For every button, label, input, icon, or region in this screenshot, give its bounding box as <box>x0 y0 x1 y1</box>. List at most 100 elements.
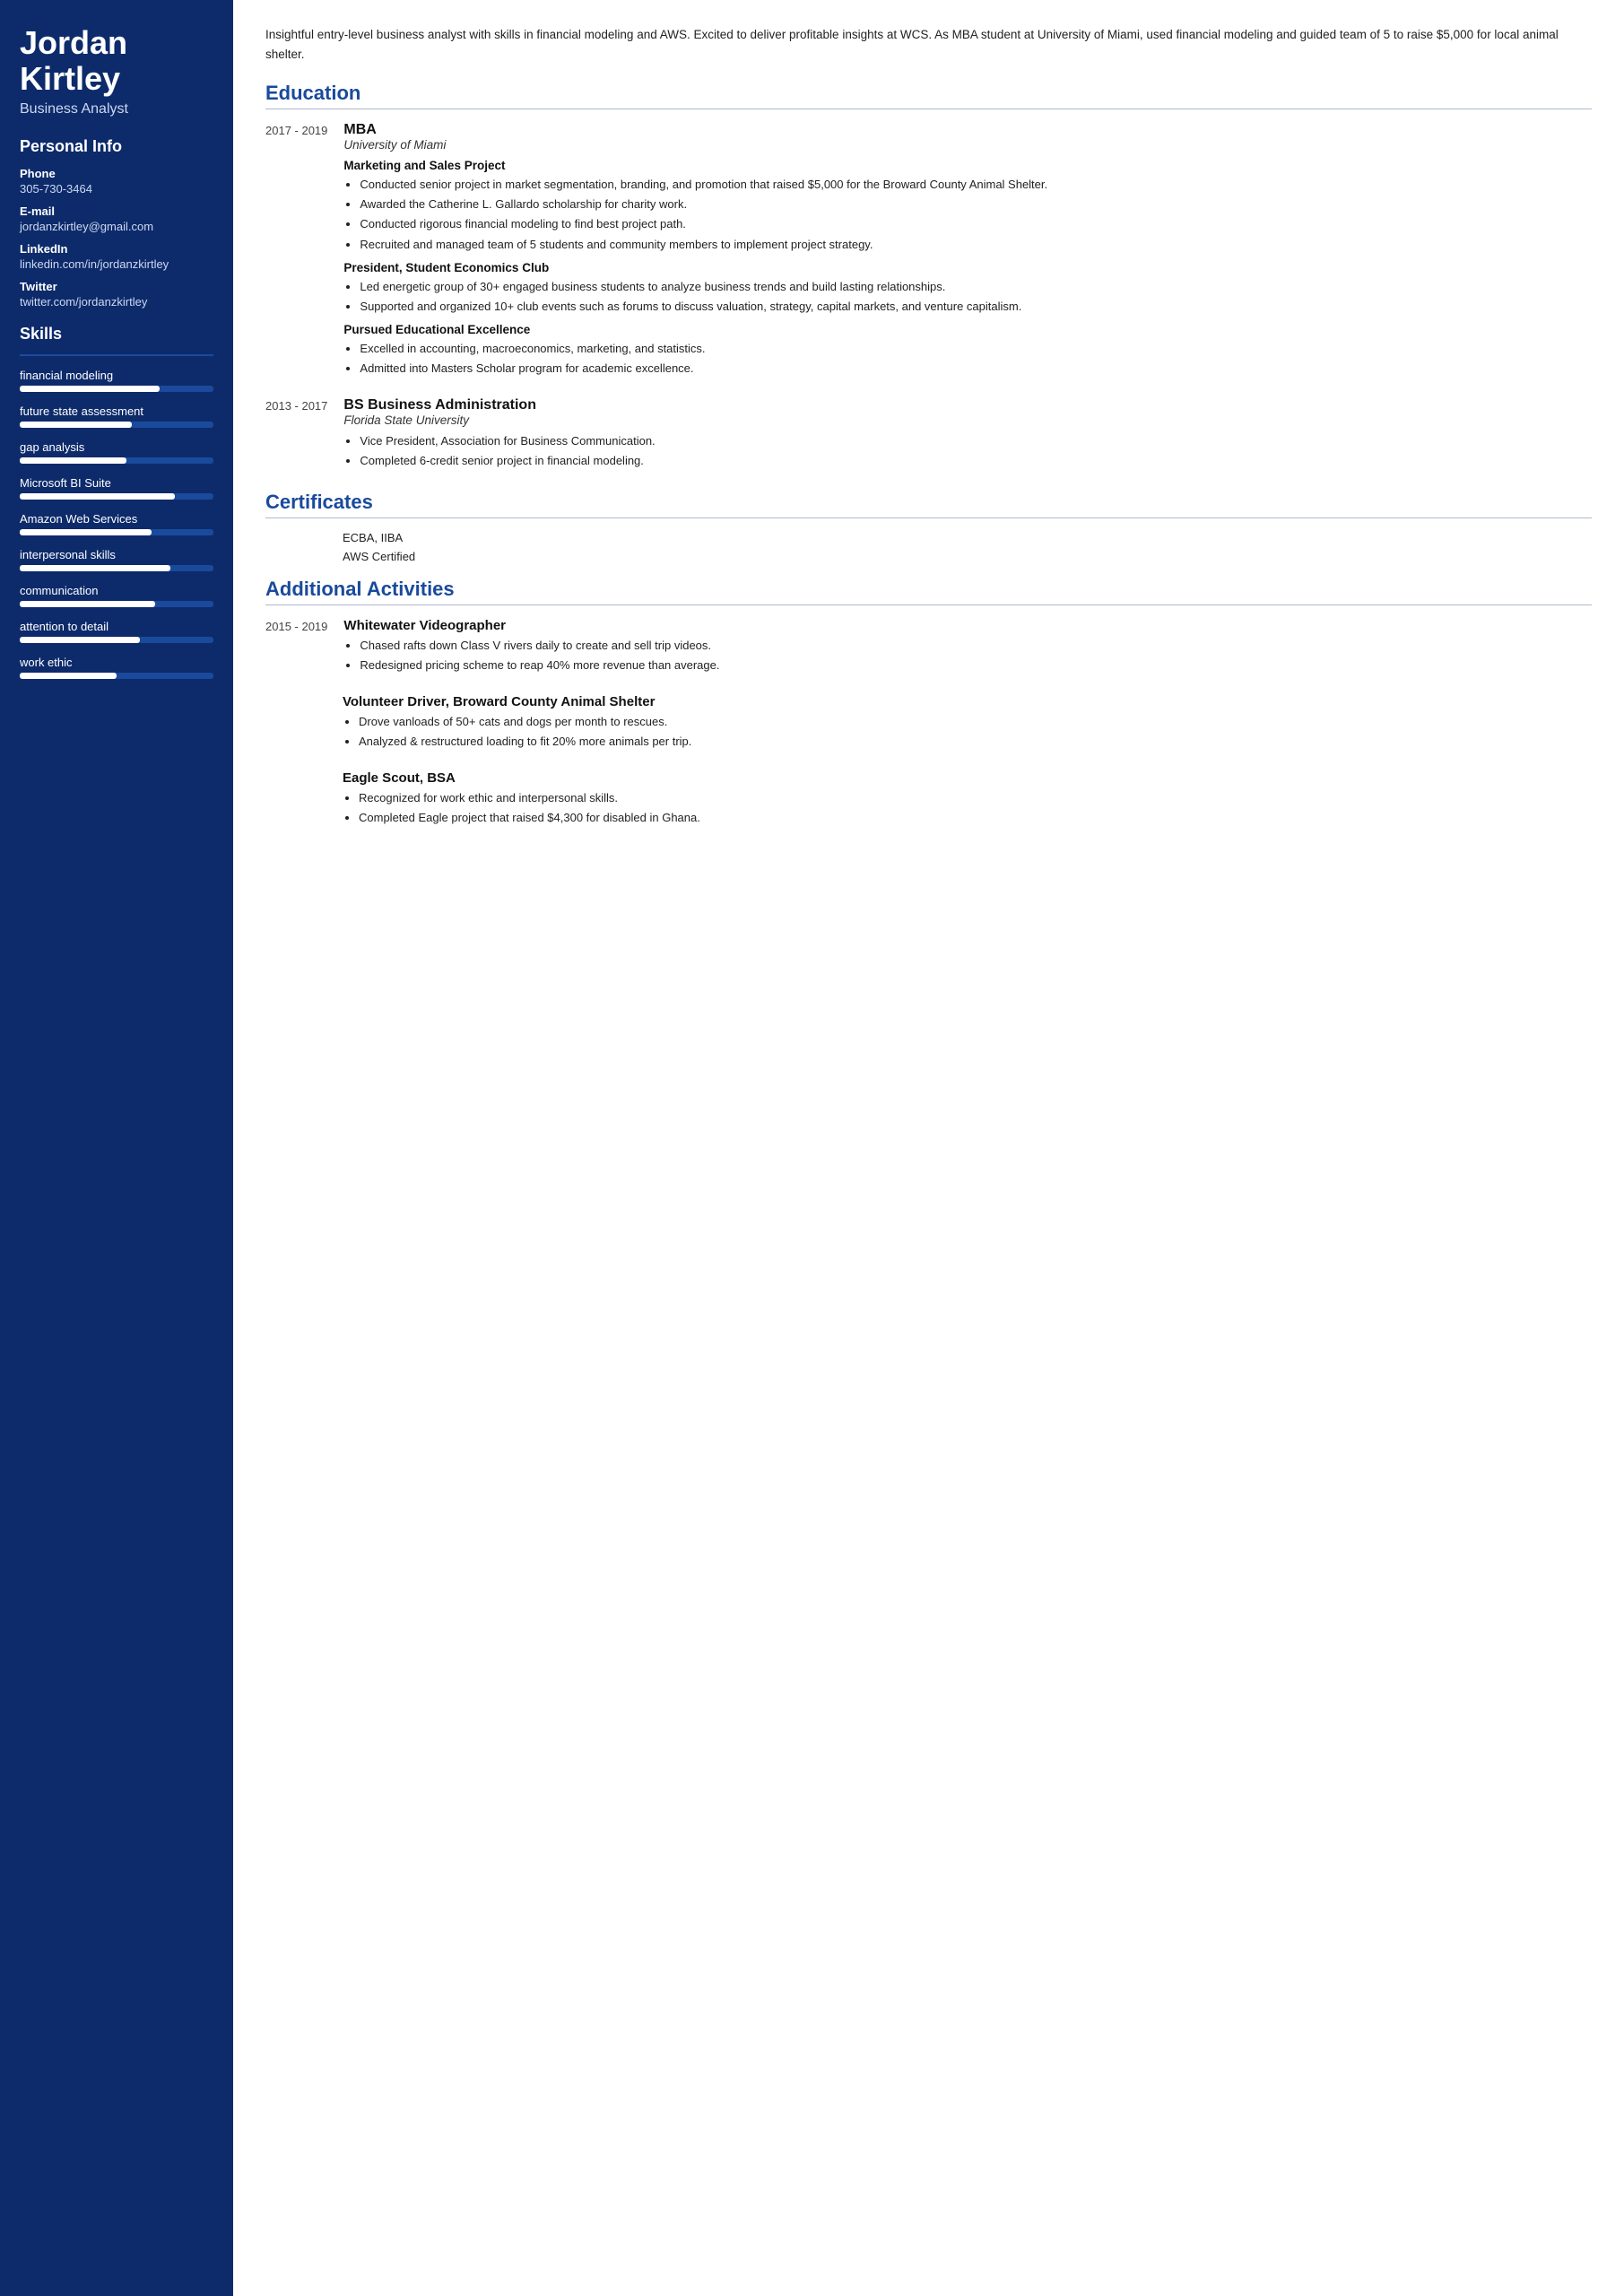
phone-value: 305-730-3464 <box>20 182 213 196</box>
phone-label: Phone <box>20 167 213 180</box>
certificates-divider <box>265 517 1592 518</box>
bullet-item: Completed Eagle project that raised $4,3… <box>359 809 1592 827</box>
skill-bar-fill <box>20 601 155 607</box>
skills-divider <box>20 354 213 356</box>
sidebar: Jordan Kirtley Business Analyst Personal… <box>0 0 233 2296</box>
bullet-item: Awarded the Catherine L. Gallardo schola… <box>360 196 1592 213</box>
activity-title: Volunteer Driver, Broward County Animal … <box>343 694 1592 709</box>
bullet-item: Completed 6-credit senior project in fin… <box>360 452 1592 470</box>
certificates-list: ECBA, IIBA AWS Certified <box>265 531 1592 563</box>
activities-section-title: Additional Activities <box>265 578 1592 601</box>
bullet-item: Redesigned pricing scheme to reap 40% mo… <box>360 657 1592 674</box>
education-content: BS Business AdministrationFlorida State … <box>343 397 1592 475</box>
activities-list: 2015 - 2019 Whitewater Videographer Chased… <box>265 618 1592 833</box>
candidate-title: Business Analyst <box>20 101 213 117</box>
summary-text: Insightful entry-level business analyst … <box>265 25 1592 64</box>
activity-content: Whitewater Videographer Chased rafts down… <box>343 618 1592 680</box>
education-degree: BS Business Administration <box>343 397 1592 413</box>
bullet-item: Conducted senior project in market segme… <box>360 176 1592 194</box>
skills-list: financial modeling future state assessmen… <box>20 369 213 679</box>
skill-bar-bg <box>20 457 213 464</box>
activity-content: Eagle Scout, BSA Recognized for work ethi… <box>343 770 1592 832</box>
skill-bar-fill <box>20 422 132 428</box>
skill-bar-bg <box>20 529 213 535</box>
activity-entry: Eagle Scout, BSA Recognized for work ethi… <box>265 770 1592 832</box>
education-dates: 2017 - 2019 <box>265 122 327 383</box>
personal-info-heading: Personal Info <box>20 137 213 156</box>
activity-dates <box>265 694 326 756</box>
skill-bar-fill <box>20 386 160 392</box>
activity-title: Eagle Scout, BSA <box>343 770 1592 786</box>
main-content: Insightful entry-level business analyst … <box>233 0 1624 2296</box>
education-institution: University of Miami <box>343 138 1592 152</box>
education-entry: 2017 - 2019 MBAUniversity of Miami Marketi… <box>265 122 1592 383</box>
skill-bar-fill <box>20 637 140 643</box>
project-bullets: Excelled in accounting, macroeconomics, … <box>360 340 1592 378</box>
education-list: 2017 - 2019 MBAUniversity of Miami Marketi… <box>265 122 1592 475</box>
skill-bar-fill <box>20 565 170 571</box>
skill-bar-fill <box>20 529 152 535</box>
education-degree: MBA <box>343 122 1592 138</box>
education-section-title: Education <box>265 82 1592 105</box>
skill-bar-bg <box>20 386 213 392</box>
activity-bullets: Drove vanloads of 50+ cats and dogs per … <box>359 713 1592 751</box>
activities-divider <box>265 604 1592 605</box>
project-bullets: Conducted senior project in market segme… <box>360 176 1592 254</box>
activity-title: Whitewater Videographer <box>343 618 1592 633</box>
activity-bullets: Recognized for work ethic and interperso… <box>359 789 1592 827</box>
certificate-item: AWS Certified <box>343 550 1592 563</box>
activity-dates: 2015 - 2019 <box>265 618 327 680</box>
skill-name: attention to detail <box>20 620 213 633</box>
skill-name: Amazon Web Services <box>20 512 213 526</box>
skill-name: Microsoft BI Suite <box>20 476 213 490</box>
linkedin-label: LinkedIn <box>20 242 213 256</box>
bullet-item: Recognized for work ethic and interperso… <box>359 789 1592 807</box>
skill-name: interpersonal skills <box>20 548 213 561</box>
skill-bar-fill <box>20 493 175 500</box>
certificate-item: ECBA, IIBA <box>343 531 1592 544</box>
skill-bar-bg <box>20 422 213 428</box>
activity-dates <box>265 770 326 832</box>
activity-content: Volunteer Driver, Broward County Animal … <box>343 694 1592 756</box>
bullet-item: Led energetic group of 30+ engaged busin… <box>360 278 1592 296</box>
skill-bar-bg <box>20 637 213 643</box>
skill-name: future state assessment <box>20 404 213 418</box>
bullet-item: Excelled in accounting, macroeconomics, … <box>360 340 1592 358</box>
bullet-item: Drove vanloads of 50+ cats and dogs per … <box>359 713 1592 731</box>
skill-name: communication <box>20 584 213 597</box>
education-dates: 2013 - 2017 <box>265 397 327 475</box>
education-institution: Florida State University <box>343 413 1592 427</box>
email-value: jordanzkirtley@gmail.com <box>20 220 213 233</box>
twitter-value: twitter.com/jordanzkirtley <box>20 295 213 309</box>
skill-bar-bg <box>20 493 213 500</box>
bullet-item: Admitted into Masters Scholar program fo… <box>360 360 1592 378</box>
skill-bar-bg <box>20 565 213 571</box>
bullet-item: Supported and organized 10+ club events … <box>360 298 1592 316</box>
certificates-section-title: Certificates <box>265 491 1592 514</box>
education-entry: 2013 - 2017 BS Business AdministrationFlo… <box>265 397 1592 475</box>
education-bullets: Vice President, Association for Business… <box>360 432 1592 470</box>
email-label: E-mail <box>20 204 213 218</box>
candidate-name: Jordan Kirtley <box>20 25 213 96</box>
activity-entry: Volunteer Driver, Broward County Animal … <box>265 694 1592 756</box>
activity-bullets: Chased rafts down Class V rivers daily t… <box>360 637 1592 674</box>
bullet-item: Chased rafts down Class V rivers daily t… <box>360 637 1592 655</box>
skill-bar-fill <box>20 673 117 679</box>
activity-entry: 2015 - 2019 Whitewater Videographer Chased… <box>265 618 1592 680</box>
skill-name: work ethic <box>20 656 213 669</box>
project-title: President, Student Economics Club <box>343 261 1592 274</box>
project-title: Marketing and Sales Project <box>343 159 1592 172</box>
linkedin-value: linkedin.com/in/jordanzkirtley <box>20 257 213 271</box>
skill-name: gap analysis <box>20 440 213 454</box>
project-bullets: Led energetic group of 30+ engaged busin… <box>360 278 1592 316</box>
bullet-item: Conducted rigorous financial modeling to… <box>360 215 1592 233</box>
bullet-item: Analyzed & restructured loading to fit 2… <box>359 733 1592 751</box>
skill-name: financial modeling <box>20 369 213 382</box>
twitter-label: Twitter <box>20 280 213 293</box>
education-content: MBAUniversity of Miami Marketing and Sale… <box>343 122 1592 383</box>
skill-bar-bg <box>20 673 213 679</box>
skill-bar-fill <box>20 457 126 464</box>
bullet-item: Vice President, Association for Business… <box>360 432 1592 450</box>
bullet-item: Recruited and managed team of 5 students… <box>360 236 1592 254</box>
skill-bar-bg <box>20 601 213 607</box>
